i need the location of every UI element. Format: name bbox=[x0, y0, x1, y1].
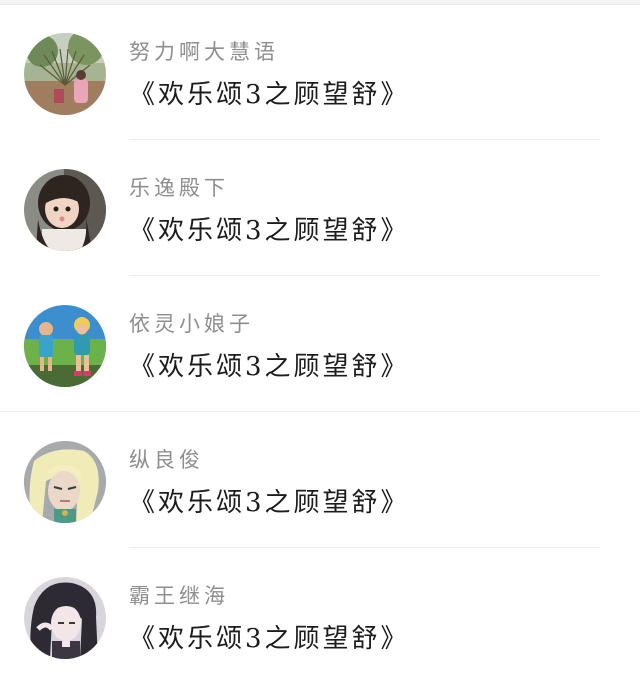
user-name[interactable]: 乐逸殿下 bbox=[129, 172, 229, 202]
comment-text: 《欢乐颂3之顾望舒》 bbox=[129, 488, 410, 518]
avatar-anime-dark-hair bbox=[24, 577, 106, 659]
user-avatar[interactable] bbox=[24, 577, 106, 659]
avatar-photo-figurines bbox=[24, 305, 106, 387]
user-name[interactable]: 努力啊大慧语 bbox=[129, 36, 279, 66]
list-item[interactable]: 依灵小娘子 《欢乐颂3之顾望舒》 bbox=[0, 276, 640, 412]
list-item[interactable]: 纵良俊 《欢乐颂3之顾望舒》 bbox=[0, 412, 640, 548]
list-item[interactable]: 霸王继海 《欢乐颂3之顾望舒》 bbox=[0, 548, 640, 684]
user-name[interactable]: 纵良俊 bbox=[129, 444, 204, 474]
avatar-anime-blonde bbox=[24, 441, 106, 523]
comment-text: 《欢乐颂3之顾望舒》 bbox=[129, 216, 410, 246]
user-avatar[interactable] bbox=[24, 169, 106, 251]
avatar-photo-peacock bbox=[24, 33, 106, 115]
comment-text: 《欢乐颂3之顾望舒》 bbox=[129, 80, 410, 110]
avatar-photo-girl bbox=[24, 169, 106, 251]
user-name[interactable]: 霸王继海 bbox=[129, 580, 229, 610]
comment-text: 《欢乐颂3之顾望舒》 bbox=[129, 352, 410, 382]
user-avatar[interactable] bbox=[24, 305, 106, 387]
user-avatar[interactable] bbox=[24, 441, 106, 523]
user-name[interactable]: 依灵小娘子 bbox=[129, 308, 254, 338]
list-item[interactable]: 努力啊大慧语 《欢乐颂3之顾望舒》 bbox=[0, 4, 640, 140]
user-avatar[interactable] bbox=[24, 33, 106, 115]
list-item[interactable]: 乐逸殿下 《欢乐颂3之顾望舒》 bbox=[0, 140, 640, 276]
comment-text: 《欢乐颂3之顾望舒》 bbox=[129, 624, 410, 654]
